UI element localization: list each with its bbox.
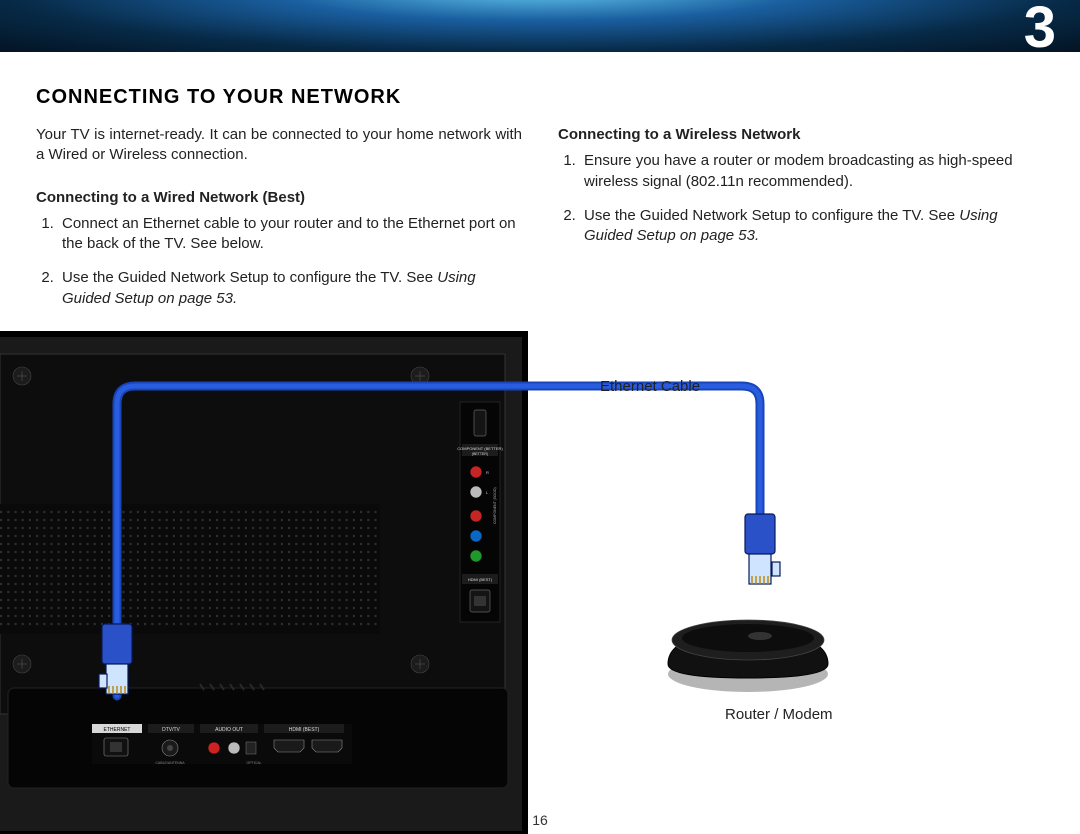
rj45-connector-router-side xyxy=(745,514,780,584)
ethernet-cable-label: Ethernet Cable xyxy=(600,378,700,395)
page-number: 16 xyxy=(0,812,1080,828)
chapter-number: 3 xyxy=(1024,0,1056,61)
ethernet-cable xyxy=(117,386,760,696)
hdmi-bottom-label: HDMI (BEST) xyxy=(289,727,320,733)
router-modem xyxy=(668,620,828,692)
wireless-step-2-text: Use the Guided Network Setup to configur… xyxy=(584,207,959,224)
tv-back-panel: COMPONENT (BETTER) (BETTER) R L COMPONEN… xyxy=(0,334,525,834)
wired-step-1: Connect an Ethernet cable to your router… xyxy=(58,214,522,255)
page-title: CONNECTING TO YOUR NETWORK xyxy=(36,86,1044,109)
wireless-subheading: Connecting to a Wireless Network xyxy=(558,125,1044,145)
left-column: Your TV is internet-ready. It can be con… xyxy=(36,125,522,323)
vent-grille xyxy=(0,504,380,634)
svg-text:L: L xyxy=(486,490,489,495)
svg-text:R: R xyxy=(486,470,489,475)
rj45-connector-tv-side xyxy=(99,624,132,694)
two-column-layout: Your TV is internet-ready. It can be con… xyxy=(36,125,1044,323)
side-port-column: COMPONENT (BETTER) (BETTER) R L COMPONEN… xyxy=(457,402,503,622)
page-content: CONNECTING TO YOUR NETWORK Your TV is in… xyxy=(0,52,1080,323)
connection-diagram: COMPONENT (BETTER) (BETTER) R L COMPONEN… xyxy=(0,324,1080,834)
wired-step-2: Use the Guided Network Setup to configur… xyxy=(58,268,522,309)
svg-text:CABLE/ANTENNA: CABLE/ANTENNA xyxy=(155,761,185,765)
wired-subheading: Connecting to a Wired Network (Best) xyxy=(36,188,522,208)
component-port-label: COMPONENT (BETTER) xyxy=(457,446,503,451)
bottom-port-row: ETHERNET DTV/TV AUDIO OUT HDMI (BEST) CA… xyxy=(92,724,352,765)
ethernet-port-label: ETHERNET xyxy=(104,727,131,733)
wired-steps-list: Connect an Ethernet cable to your router… xyxy=(36,214,522,309)
right-column: Connecting to a Wireless Network Ensure … xyxy=(558,125,1044,323)
audio-out-port-label: AUDIO OUT xyxy=(215,727,243,733)
intro-paragraph: Your TV is internet-ready. It can be con… xyxy=(36,125,522,166)
dtv-port-label: DTV/TV xyxy=(162,727,180,733)
svg-text:COMPONENT (GOOD): COMPONENT (GOOD) xyxy=(493,487,497,524)
wireless-step-1: Ensure you have a router or modem broadc… xyxy=(580,151,1044,192)
chapter-header-band: 3 xyxy=(0,0,1080,52)
hdmi-side-label: HDMI (BEST) xyxy=(468,577,493,582)
router-modem-label: Router / Modem xyxy=(725,706,833,723)
svg-text:(BETTER): (BETTER) xyxy=(472,452,488,456)
wireless-steps-list: Ensure you have a router or modem broadc… xyxy=(558,151,1044,246)
wired-step-2-text: Use the Guided Network Setup to configur… xyxy=(62,269,437,286)
wireless-step-2: Use the Guided Network Setup to configur… xyxy=(580,206,1044,247)
svg-text:OPTICAL: OPTICAL xyxy=(247,761,262,765)
